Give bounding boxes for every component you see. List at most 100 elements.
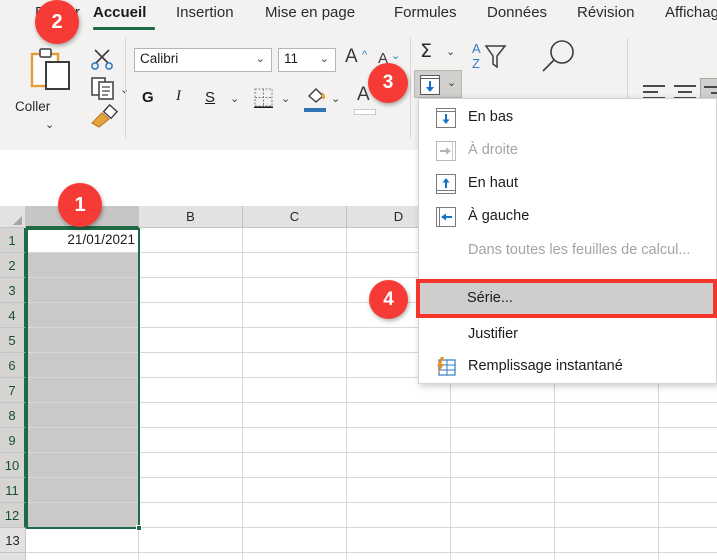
magnifier-icon[interactable] [538, 40, 580, 74]
cell-c12[interactable] [243, 503, 347, 528]
fill-dropdown-menu[interactable]: En bas À droite En haut À gauche Dans to… [418, 98, 717, 384]
cell-b5[interactable] [139, 328, 243, 353]
menu-item-en-haut[interactable]: En haut [420, 168, 717, 200]
cell-d13[interactable] [347, 528, 451, 553]
cell-b7[interactable] [139, 378, 243, 403]
cell-b8[interactable] [139, 403, 243, 428]
font-size-chevron-down-icon[interactable]: ⌄ [320, 54, 329, 65]
cell-f8[interactable] [555, 403, 659, 428]
copy-icon[interactable] [90, 76, 118, 100]
row-header-5[interactable]: 5 [0, 328, 26, 353]
cell-e11[interactable] [451, 478, 555, 503]
cell-a12[interactable] [26, 503, 139, 528]
row-header-12[interactable]: 12 [0, 503, 26, 528]
row-header-14[interactable]: 14 [0, 553, 26, 560]
cell-c4[interactable] [243, 303, 347, 328]
cell-d9[interactable] [347, 428, 451, 453]
cell-c10[interactable] [243, 453, 347, 478]
menu-item-a-gauche[interactable]: À gauche [420, 201, 717, 233]
menu-item-remplissage-instantane[interactable]: Remplissage instantané [420, 351, 717, 383]
cell-g11[interactable] [659, 478, 717, 503]
cell-b2[interactable] [139, 253, 243, 278]
cell-c11[interactable] [243, 478, 347, 503]
cell-e14[interactable] [451, 553, 555, 560]
cell-c6[interactable] [243, 353, 347, 378]
cell-a2[interactable] [26, 253, 139, 278]
cell-c5[interactable] [243, 328, 347, 353]
menu-item-justifier[interactable]: Justifier [420, 319, 717, 351]
cell-b13[interactable] [139, 528, 243, 553]
paste-chevron-down-icon[interactable]: ⌄ [45, 120, 54, 131]
tab-affichage[interactable]: Affichage [665, 4, 717, 21]
cell-c8[interactable] [243, 403, 347, 428]
cell-g9[interactable] [659, 428, 717, 453]
row-header-13[interactable]: 13 [0, 528, 26, 553]
cell-e12[interactable] [451, 503, 555, 528]
row-header-2[interactable]: 2 [0, 253, 26, 278]
underline-chevron-down-icon[interactable]: ⌄ [230, 94, 239, 105]
cell-c13[interactable] [243, 528, 347, 553]
grow-font-button[interactable]: A [345, 46, 358, 68]
cell-c3[interactable] [243, 278, 347, 303]
fill-color-chevron-down-icon[interactable]: ⌄ [331, 94, 340, 105]
cell-g13[interactable] [659, 528, 717, 553]
cell-b11[interactable] [139, 478, 243, 503]
cell-c2[interactable] [243, 253, 347, 278]
cell-f10[interactable] [555, 453, 659, 478]
cell-b1[interactable] [139, 228, 243, 253]
cell-a5[interactable] [26, 328, 139, 353]
cell-c9[interactable] [243, 428, 347, 453]
cell-a13[interactable] [26, 528, 139, 553]
cell-e10[interactable] [451, 453, 555, 478]
font-name-combo[interactable]: Calibri ⌄ [134, 48, 272, 72]
menu-item-en-bas[interactable]: En bas [420, 102, 717, 134]
row-header-10[interactable]: 10 [0, 453, 26, 478]
format-painter-icon[interactable] [88, 104, 118, 128]
cell-f9[interactable] [555, 428, 659, 453]
cell-a11[interactable] [26, 478, 139, 503]
cell-e9[interactable] [451, 428, 555, 453]
select-all-corner[interactable] [0, 206, 26, 228]
cell-a6[interactable] [26, 353, 139, 378]
column-header-c[interactable]: C [243, 206, 347, 228]
cell-b3[interactable] [139, 278, 243, 303]
cell-a1[interactable]: 21/01/2021 [26, 228, 139, 253]
cell-a8[interactable] [26, 403, 139, 428]
cell-a7[interactable] [26, 378, 139, 403]
row-header-8[interactable]: 8 [0, 403, 26, 428]
cell-b4[interactable] [139, 303, 243, 328]
cell-a14[interactable] [26, 553, 139, 560]
cell-a9[interactable] [26, 428, 139, 453]
font-name-chevron-down-icon[interactable]: ⌄ [256, 54, 265, 65]
font-size-combo[interactable]: 11 ⌄ [278, 48, 336, 72]
cell-b10[interactable] [139, 453, 243, 478]
scissors-icon[interactable] [90, 48, 116, 70]
cell-b6[interactable] [139, 353, 243, 378]
cell-e8[interactable] [451, 403, 555, 428]
cell-d12[interactable] [347, 503, 451, 528]
cell-g14[interactable] [659, 553, 717, 560]
cell-c14[interactable] [243, 553, 347, 560]
tab-mise-en-page[interactable]: Mise en page [265, 4, 355, 21]
fill-color-icon[interactable] [305, 86, 327, 106]
row-header-7[interactable]: 7 [0, 378, 26, 403]
italic-button[interactable]: I [176, 88, 181, 105]
cell-b14[interactable] [139, 553, 243, 560]
row-header-11[interactable]: 11 [0, 478, 26, 503]
cell-d14[interactable] [347, 553, 451, 560]
cell-f12[interactable] [555, 503, 659, 528]
cell-f13[interactable] [555, 528, 659, 553]
cell-d11[interactable] [347, 478, 451, 503]
cell-f11[interactable] [555, 478, 659, 503]
sort-filter-icon[interactable]: A Z [472, 40, 508, 72]
cell-e13[interactable] [451, 528, 555, 553]
tab-formules[interactable]: Formules [394, 4, 457, 21]
tab-insertion[interactable]: Insertion [176, 4, 234, 21]
row-header-4[interactable]: 4 [0, 303, 26, 328]
underline-button[interactable]: S [205, 89, 215, 106]
row-header-6[interactable]: 6 [0, 353, 26, 378]
cell-a4[interactable] [26, 303, 139, 328]
cell-f14[interactable] [555, 553, 659, 560]
cell-a10[interactable] [26, 453, 139, 478]
cell-c1[interactable] [243, 228, 347, 253]
